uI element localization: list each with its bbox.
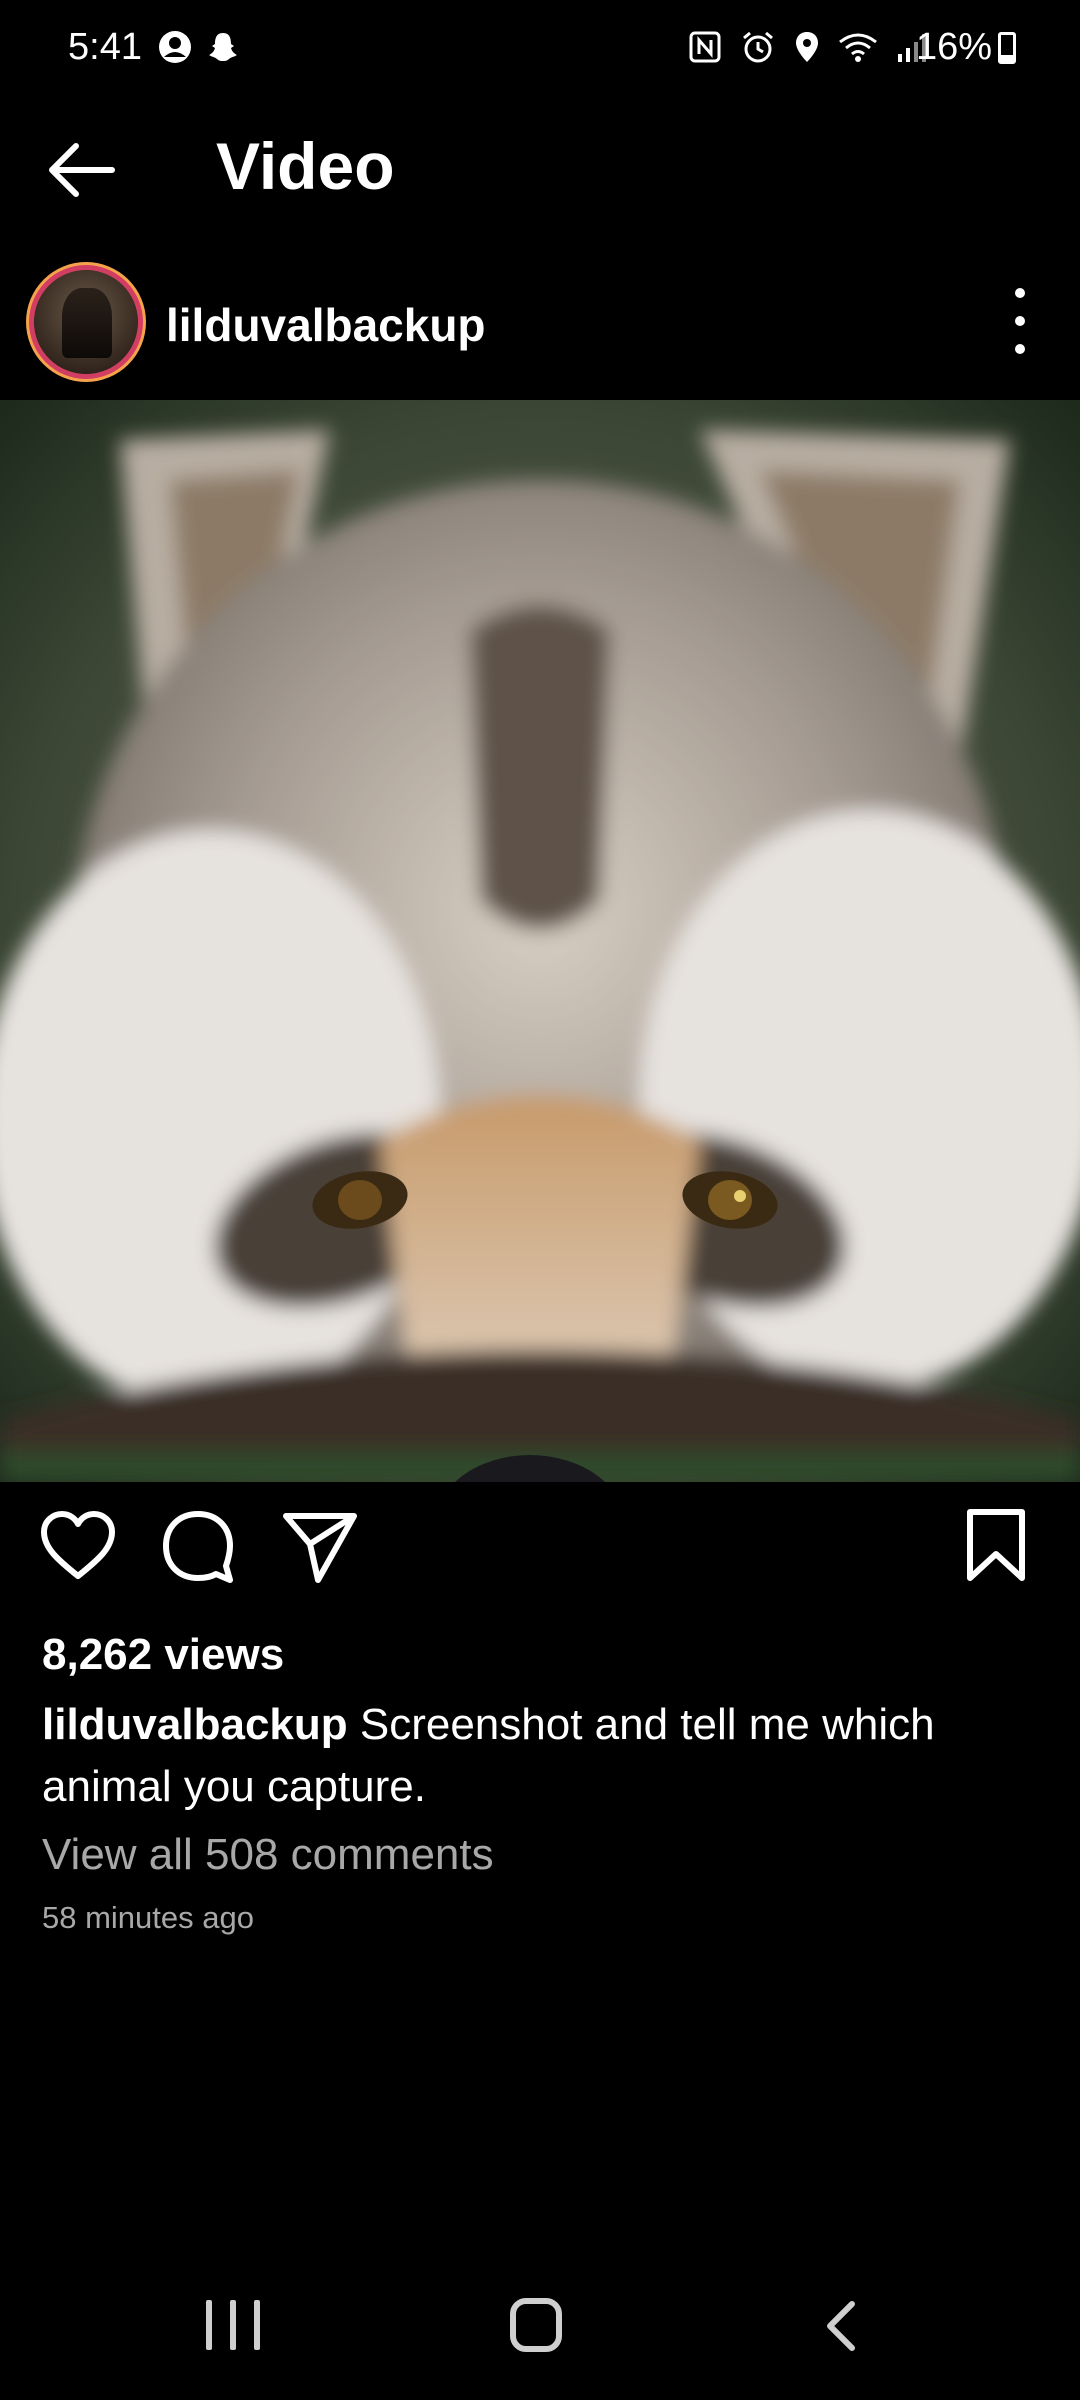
page-title: Video [216, 129, 395, 203]
video-frame [0, 400, 1080, 1482]
alarm-icon [743, 31, 773, 63]
status-bar: 5:41 16% [0, 0, 1080, 100]
snapchat-icon [209, 33, 237, 61]
post-username[interactable]: lilduvalbackup [166, 298, 486, 352]
action-bar [0, 1506, 1080, 1616]
post-timestamp: 58 minutes ago [42, 1900, 254, 1935]
wifi-icon [839, 33, 877, 62]
post-header: lilduvalbackup [0, 262, 1080, 382]
battery-percent: 16% [915, 26, 992, 68]
status-left-icons [158, 30, 240, 64]
page: 5:41 16% Video lilduvalbackup 8,262 view… [0, 0, 1080, 2400]
more-options-icon[interactable] [1000, 288, 1040, 354]
battery-status: 16% [916, 26, 1016, 69]
account-circle-icon [159, 31, 191, 63]
bookmark-icon[interactable] [956, 1506, 1036, 1586]
avatar[interactable] [34, 270, 138, 374]
view-all-comments-link[interactable]: View all 508 comments [42, 1830, 494, 1880]
caption: lilduvalbackup Screenshot and tell me wh… [42, 1694, 1032, 1818]
view-count[interactable]: 8,262 views [42, 1630, 284, 1680]
battery-icon [998, 31, 1016, 64]
arrow-left-icon[interactable] [44, 132, 120, 208]
app-header: Video [0, 110, 1080, 220]
avatar-figure [62, 288, 112, 358]
caption-username[interactable]: lilduvalbackup [42, 1700, 348, 1749]
heart-icon[interactable] [38, 1506, 118, 1586]
home-icon[interactable] [510, 2298, 562, 2352]
post-video[interactable] [0, 400, 1080, 1482]
back-icon[interactable] [820, 2298, 860, 2354]
location-icon [796, 32, 818, 62]
system-nav-bar [0, 2280, 1080, 2380]
status-right-icons [688, 30, 930, 64]
recent-apps-icon[interactable] [206, 2300, 260, 2350]
send-icon[interactable] [280, 1506, 360, 1586]
comment-icon[interactable] [158, 1506, 238, 1586]
status-time: 5:41 [68, 26, 142, 68]
nfc-icon [689, 31, 721, 63]
